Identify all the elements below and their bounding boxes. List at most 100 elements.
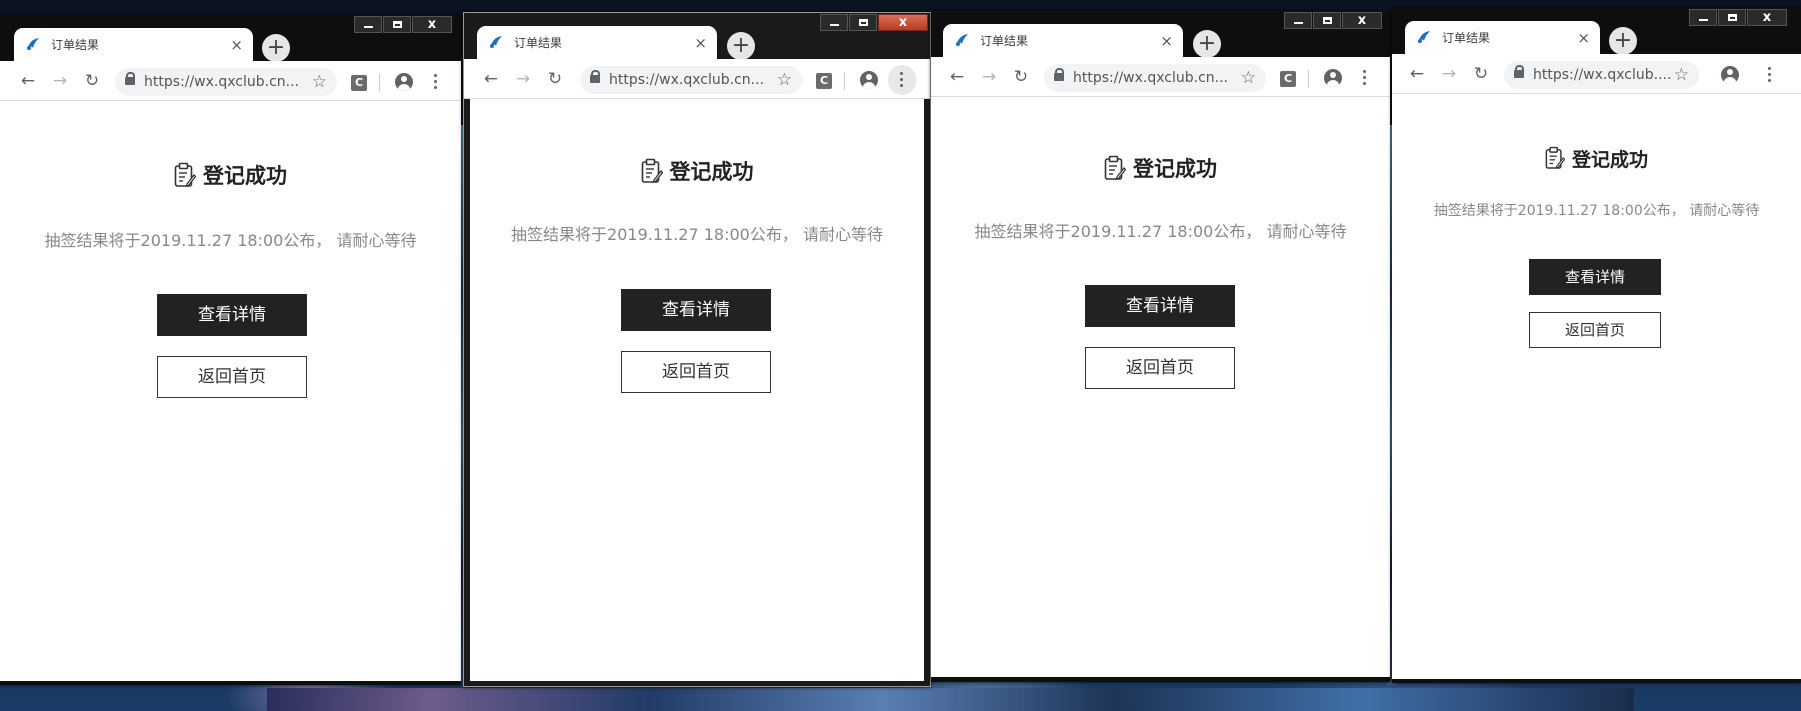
return-home-button[interactable]: 返回首页: [621, 351, 771, 393]
back-arrow-icon[interactable]: ←: [480, 69, 502, 89]
wallpaper-strip: [267, 688, 1634, 711]
clipboard-icon: [1545, 146, 1565, 169]
page-content: 登记成功 抽签结果将于2019.11.27 18:00公布， 请耐心等待 查看详…: [470, 99, 924, 681]
kebab-menu-icon[interactable]: [1363, 69, 1367, 87]
minimize-button[interactable]: [354, 16, 382, 33]
profile-icon[interactable]: [860, 71, 878, 89]
page-title: 登记成功: [1133, 157, 1217, 181]
maximize-button[interactable]: [1313, 12, 1341, 29]
page-content: 登记成功 抽签结果将于2019.11.27 18:00公布， 请耐心等待 查看详…: [931, 97, 1390, 677]
browser-tab[interactable]: 订单结果 ×: [943, 24, 1183, 57]
maximize-button[interactable]: [1718, 9, 1746, 26]
kebab-menu-icon[interactable]: [434, 73, 438, 91]
browser-toolbar: ← → ↻ https://wx.qxclub.cn... ☆ C: [464, 59, 930, 99]
toolbar-divider: [844, 72, 845, 90]
close-window-button[interactable]: x: [1747, 9, 1787, 26]
page-title: 登记成功: [669, 160, 754, 184]
profile-icon[interactable]: [1721, 66, 1739, 84]
close-window-button[interactable]: x: [878, 14, 928, 31]
browser-window-3: x 订单结果 × + ← → ↻ https://wx.qxclub.cn...…: [931, 11, 1390, 682]
maximize-button[interactable]: [849, 14, 877, 31]
close-icon: x: [427, 17, 437, 32]
extension-c-icon[interactable]: C: [816, 73, 832, 89]
toolbar-divider: [379, 74, 380, 92]
back-arrow-icon[interactable]: ←: [946, 67, 968, 87]
browser-tab[interactable]: 订单结果 ×: [477, 26, 717, 59]
lock-icon: [1054, 68, 1064, 83]
bookmark-star-icon[interactable]: ☆: [777, 70, 792, 90]
clipboard-icon: [641, 158, 663, 183]
url-text: https://wx.qxclub.cn...: [1073, 70, 1229, 86]
address-bar[interactable]: https://wx.qxclub.cn... ☆: [580, 66, 802, 94]
forward-arrow-icon[interactable]: →: [1438, 64, 1460, 84]
url-text: https://wx.qxclub....: [1533, 67, 1672, 83]
result-message: 抽签结果将于2019.11.27 18:00公布， 请耐心等待: [511, 225, 883, 244]
maximize-button[interactable]: [383, 16, 411, 33]
close-icon: x: [898, 15, 908, 30]
forward-arrow-icon[interactable]: →: [978, 67, 1000, 87]
bookmark-star-icon[interactable]: ☆: [1241, 68, 1256, 88]
address-bar[interactable]: https://wx.qxclub.cn... ☆: [115, 68, 337, 96]
extension-c-icon[interactable]: C: [351, 75, 367, 91]
minimize-button[interactable]: [1689, 9, 1717, 26]
tab-close-icon[interactable]: ×: [230, 36, 243, 54]
back-arrow-icon[interactable]: ←: [17, 71, 39, 91]
new-tab-button[interactable]: +: [727, 32, 755, 60]
reload-icon[interactable]: ↻: [1470, 64, 1492, 84]
return-home-button[interactable]: 返回首页: [157, 356, 307, 398]
tab-title: 订单结果: [514, 36, 563, 50]
new-tab-button[interactable]: +: [1609, 27, 1637, 55]
return-home-button[interactable]: 返回首页: [1085, 347, 1235, 389]
minimize-button[interactable]: [1284, 12, 1312, 29]
kebab-menu-icon[interactable]: [900, 71, 904, 89]
tab-close-icon[interactable]: ×: [1577, 29, 1590, 47]
address-bar[interactable]: https://wx.qxclub.... ☆: [1504, 61, 1699, 89]
browser-toolbar: ← → ↻ https://wx.qxclub.cn... ☆ C: [0, 61, 461, 101]
result-heading: 登记成功: [470, 156, 924, 186]
result-heading: 登记成功: [1392, 144, 1801, 172]
tab-close-icon[interactable]: ×: [694, 34, 707, 52]
page-title: 登记成功: [203, 164, 287, 188]
back-arrow-icon[interactable]: ←: [1406, 64, 1428, 84]
lock-icon: [1514, 65, 1524, 80]
new-tab-button[interactable]: +: [262, 34, 290, 62]
tab-close-icon[interactable]: ×: [1160, 32, 1173, 50]
result-message: 抽签结果将于2019.11.27 18:00公布， 请耐心等待: [974, 222, 1347, 241]
maximize-icon: [858, 19, 868, 26]
result-heading: 登记成功: [931, 153, 1390, 183]
lock-icon: [590, 70, 600, 85]
browser-tab[interactable]: 订单结果 ×: [1405, 21, 1600, 54]
close-window-button[interactable]: x: [1342, 12, 1382, 29]
reload-icon[interactable]: ↻: [1010, 67, 1032, 87]
clipboard-icon: [1104, 155, 1126, 180]
minimize-icon: [1698, 19, 1708, 21]
view-details-button[interactable]: 查看详情: [1085, 285, 1235, 327]
profile-icon[interactable]: [1324, 69, 1342, 87]
bookmark-star-icon[interactable]: ☆: [1674, 65, 1689, 85]
profile-icon[interactable]: [395, 73, 413, 91]
browser-tab[interactable]: 订单结果 ×: [14, 28, 253, 61]
extension-c-icon[interactable]: C: [1280, 71, 1296, 87]
minimize-button[interactable]: [820, 14, 848, 31]
reload-icon[interactable]: ↻: [81, 71, 103, 91]
close-icon: x: [1762, 10, 1772, 25]
browser-toolbar: ← → ↻ https://wx.qxclub.cn... ☆ C: [931, 57, 1390, 97]
reload-icon[interactable]: ↻: [544, 69, 566, 89]
close-window-button[interactable]: x: [412, 16, 452, 33]
address-bar[interactable]: https://wx.qxclub.cn... ☆: [1044, 64, 1266, 92]
bookmark-star-icon[interactable]: ☆: [312, 72, 327, 92]
return-home-button[interactable]: 返回首页: [1529, 312, 1661, 348]
view-details-button[interactable]: 查看详情: [1529, 259, 1661, 295]
site-favicon-icon: [27, 38, 39, 50]
page-content: 登记成功 抽签结果将于2019.11.27 18:00公布， 请耐心等待 查看详…: [1392, 94, 1801, 679]
maximize-icon: [392, 21, 402, 28]
tab-title: 订单结果: [980, 34, 1029, 48]
new-tab-button[interactable]: +: [1193, 30, 1221, 58]
close-icon: x: [1357, 13, 1367, 28]
view-details-button[interactable]: 查看详情: [621, 289, 771, 331]
view-details-button[interactable]: 查看详情: [157, 294, 307, 336]
forward-arrow-icon[interactable]: →: [49, 71, 71, 91]
forward-arrow-icon[interactable]: →: [512, 69, 534, 89]
toolbar-divider: [1308, 70, 1309, 88]
kebab-menu-icon[interactable]: [1768, 66, 1772, 84]
